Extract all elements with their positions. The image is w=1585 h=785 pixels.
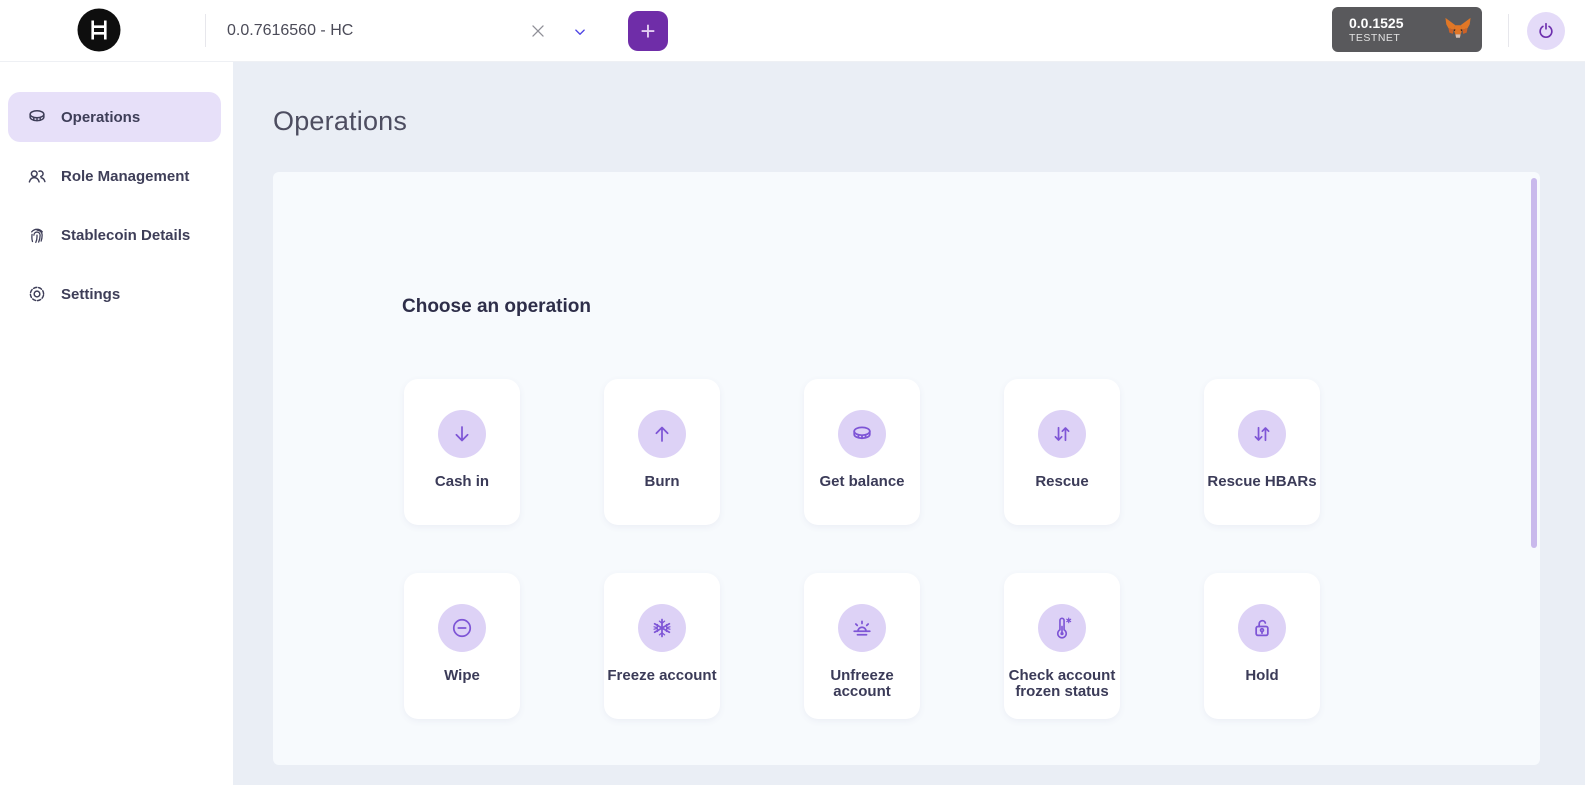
main-content: Operations Choose an operation Cash in [233, 62, 1585, 785]
panel-heading: Choose an operation [402, 296, 591, 318]
operation-tile-get-balance[interactable]: Get balance [804, 379, 920, 525]
arrows-down-up-icon [1249, 421, 1275, 447]
operation-icon-circle [1238, 604, 1286, 652]
operation-label: Rescue [1035, 474, 1088, 490]
sidebar: Operations Role Management Stablecoin De… [0, 62, 233, 785]
gear-icon [26, 283, 48, 305]
wallet-badge[interactable]: 0.0.1525 TESTNET [1332, 7, 1482, 52]
operation-icon-circle [1038, 410, 1086, 458]
minus-circle-icon [449, 615, 475, 641]
arrow-down-icon [449, 421, 475, 447]
operation-icon-circle [1038, 604, 1086, 652]
operation-tile-unfreeze-account[interactable]: Unfreeze account [804, 573, 920, 719]
operation-tile-rescue-hbars[interactable]: Rescue HBARs [1204, 379, 1320, 525]
operation-label: Unfreeze account [804, 668, 920, 700]
operation-tile-check-frozen-status[interactable]: Check account frozen status [1004, 573, 1120, 719]
arrows-down-up-icon [1049, 421, 1075, 447]
power-icon [1536, 21, 1556, 41]
operation-label: Hold [1245, 668, 1278, 684]
arrow-up-icon [649, 421, 675, 447]
disconnect-button[interactable] [1527, 12, 1565, 50]
operation-tile-wipe[interactable]: Wipe [404, 573, 520, 719]
sidebar-item-label: Settings [61, 286, 120, 303]
coin-icon [849, 421, 875, 447]
wallet-info: 0.0.1525 TESTNET [1349, 15, 1444, 45]
users-icon [26, 165, 48, 187]
sidebar-item-stablecoin-details[interactable]: Stablecoin Details [8, 210, 221, 260]
clear-selection-button[interactable] [524, 17, 552, 45]
operation-label: Rescue HBARs [1207, 474, 1316, 490]
sidebar-item-label: Role Management [61, 168, 189, 185]
operation-tile-freeze-account[interactable]: Freeze account [604, 573, 720, 719]
operation-label: Cash in [435, 474, 489, 490]
select-dropdown-button[interactable] [567, 20, 593, 44]
operation-icon-circle [638, 604, 686, 652]
operation-tile-burn[interactable]: Burn [604, 379, 720, 525]
topbar-divider [205, 14, 206, 47]
sidebar-item-settings[interactable]: Settings [8, 269, 221, 319]
wallet-network-label: TESTNET [1349, 32, 1444, 45]
thermometer-cold-icon [1049, 615, 1075, 641]
operation-label: Wipe [444, 668, 480, 684]
operation-label: Check account frozen status [1004, 668, 1120, 700]
app-window: 0.0.7616560 - HC + 0.0.1525 TESTNET [0, 0, 1585, 785]
operation-icon-circle [638, 410, 686, 458]
top-bar: 0.0.7616560 - HC + 0.0.1525 TESTNET [0, 0, 1585, 62]
sidebar-item-label: Operations [61, 109, 140, 126]
operation-icon-circle [838, 410, 886, 458]
operation-icon-circle [438, 604, 486, 652]
operation-icon-circle [1238, 410, 1286, 458]
close-icon [527, 20, 549, 42]
sun-horizon-icon [849, 615, 875, 641]
snowflake-icon [649, 615, 675, 641]
operation-label: Freeze account [607, 668, 716, 684]
sidebar-item-operations[interactable]: Operations [8, 92, 221, 142]
wallet-account-id: 0.0.1525 [1349, 15, 1444, 32]
operations-panel: Choose an operation Cash in [273, 172, 1540, 765]
scrollbar-thumb[interactable] [1531, 178, 1537, 548]
operations-grid: Cash in Burn [404, 379, 1320, 719]
add-stablecoin-button[interactable]: + [628, 11, 668, 51]
page-title: Operations [273, 106, 407, 137]
operation-icon-circle [838, 604, 886, 652]
sidebar-item-role-management[interactable]: Role Management [8, 151, 221, 201]
operation-tile-rescue[interactable]: Rescue [1004, 379, 1120, 525]
chevron-down-icon [571, 23, 589, 41]
lock-open-icon [1249, 615, 1275, 641]
operation-icon-circle [438, 410, 486, 458]
operation-label: Get balance [819, 474, 904, 490]
operation-tile-cash-in[interactable]: Cash in [404, 379, 520, 525]
operation-tile-hold[interactable]: Hold [1204, 573, 1320, 719]
operation-label: Burn [645, 474, 680, 490]
hedera-logo[interactable] [77, 8, 121, 52]
fingerprint-icon [26, 224, 48, 246]
metamask-fox-icon [1444, 17, 1472, 43]
stablecoin-select-value: 0.0.7616560 - HC [227, 0, 353, 62]
sidebar-item-label: Stablecoin Details [61, 227, 190, 244]
coin-icon [26, 106, 48, 128]
topbar-divider [1508, 14, 1509, 47]
